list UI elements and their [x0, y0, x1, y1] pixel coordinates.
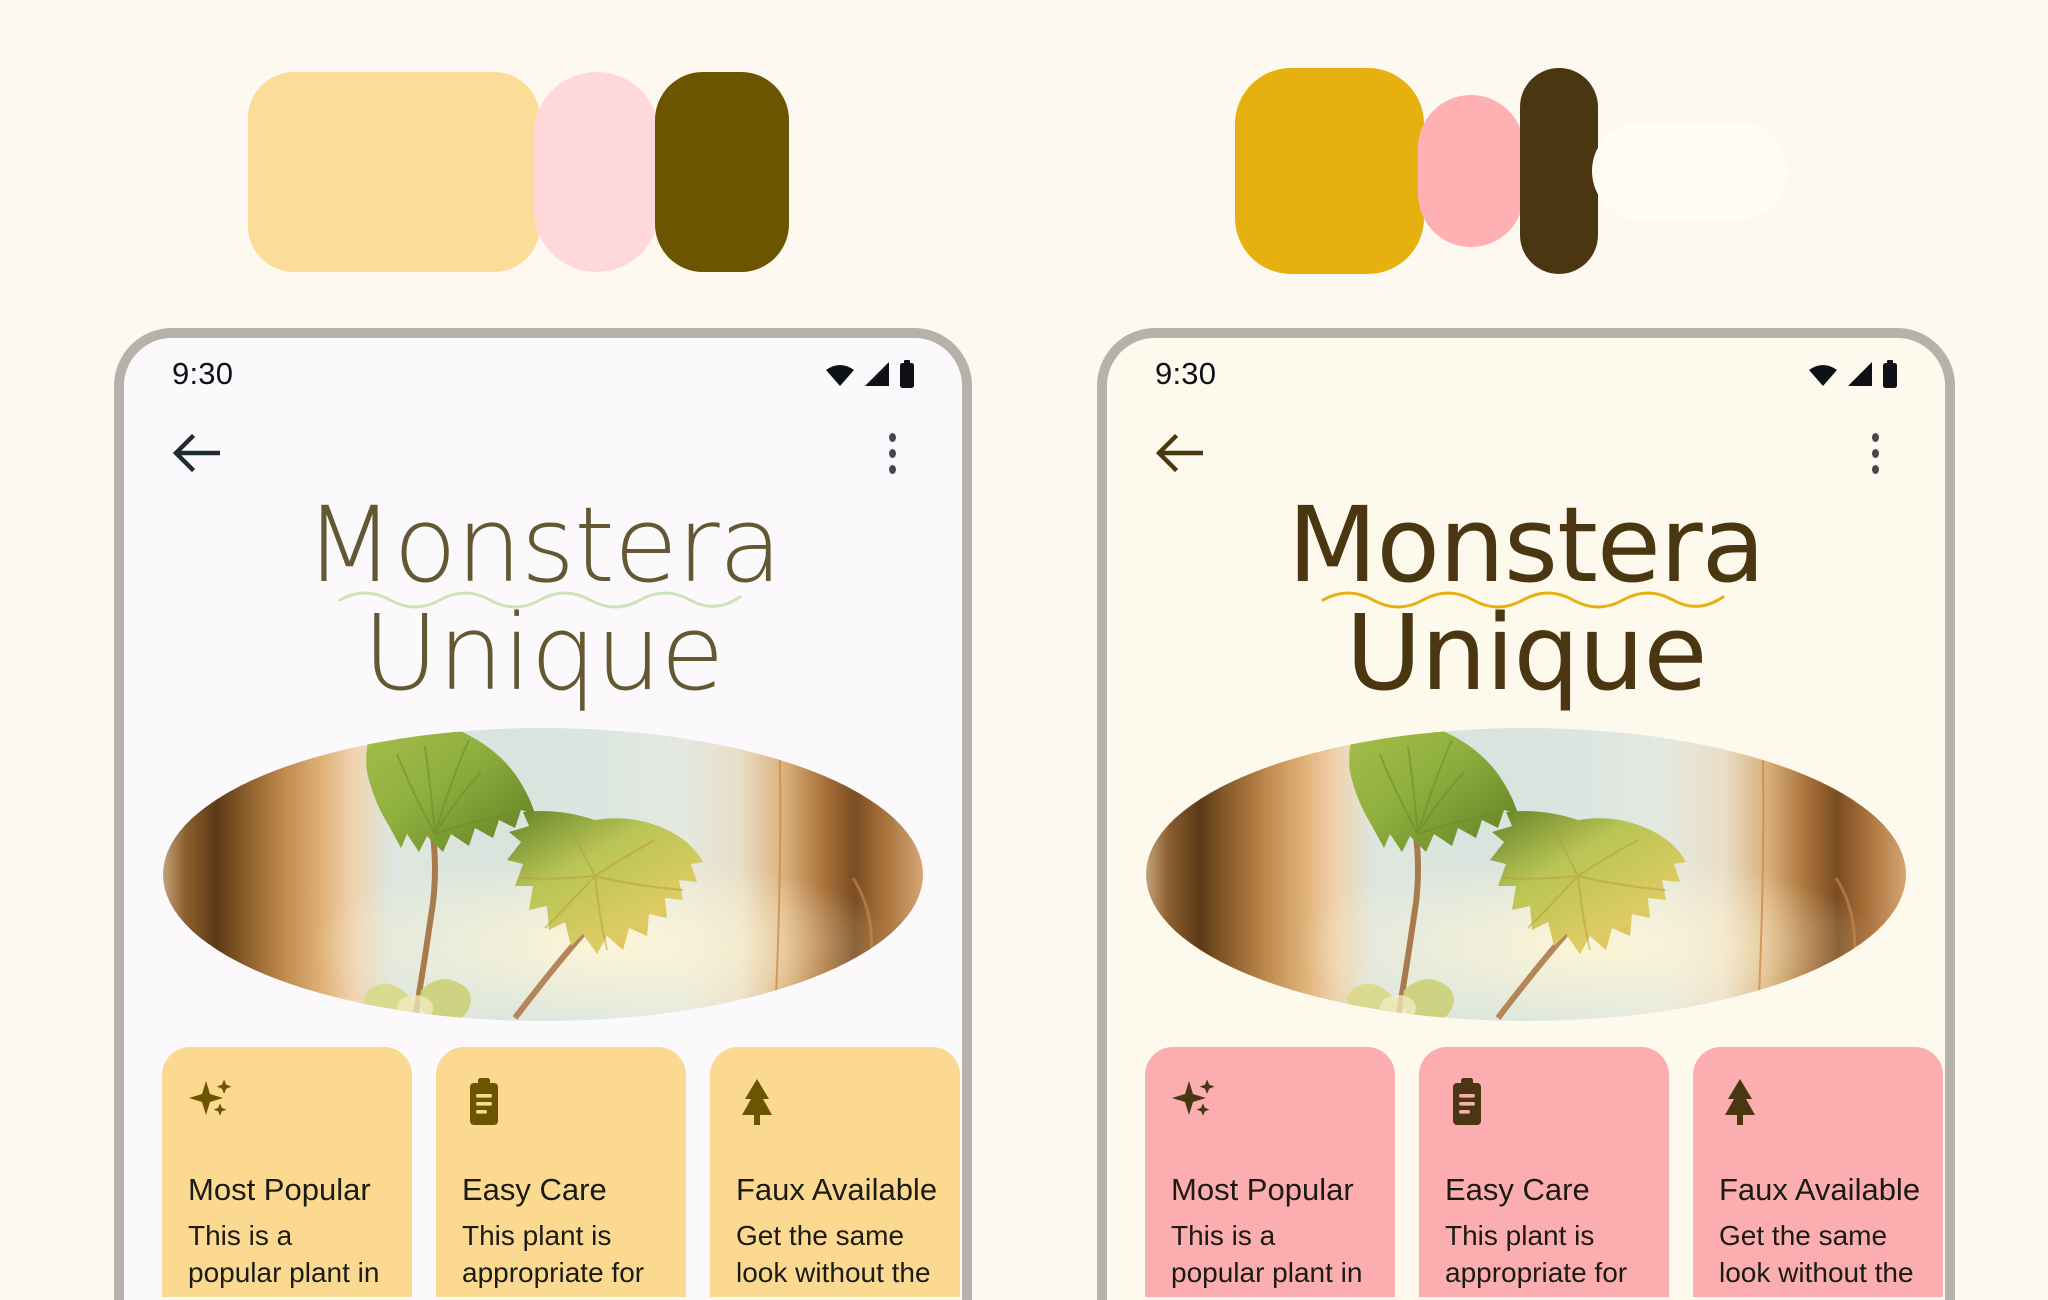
status-bar-clock: 9:30: [172, 356, 234, 391]
clipboard-icon: [1445, 1077, 1643, 1129]
back-arrow-icon: [172, 433, 220, 473]
feature-card[interactable]: Easy Care This plant is appropriate for: [1419, 1047, 1669, 1298]
feature-card-title: Most Popular: [1171, 1172, 1354, 1208]
feature-card-title: Easy Care: [1445, 1172, 1590, 1208]
swatch-secondary-container[interactable]: [534, 72, 659, 272]
status-bar: 9:30: [1107, 338, 1945, 410]
status-bar-icons: [1808, 360, 1899, 388]
status-bar: 9:30: [124, 338, 962, 410]
page-title-line-1: Monstera: [1287, 484, 1766, 606]
feature-card-list: Most Popular This is a popular plant in …: [124, 1047, 962, 1300]
phone-mockup-light: 9:30 Monstera Unique Most Popular This i…: [114, 328, 972, 1300]
page-title: Monstera Unique: [124, 484, 962, 715]
overflow-menu-icon: [888, 432, 896, 474]
swatch-primary[interactable]: [1235, 68, 1424, 274]
feature-card-title: Easy Care: [462, 1172, 607, 1208]
phone-mockup-dark-accent: 9:30 Monstera Unique Most Popular This i…: [1097, 328, 1955, 1300]
feature-card[interactable]: Most Popular This is a popular plant in …: [162, 1047, 412, 1300]
feature-card-title: Most Popular: [188, 1172, 371, 1208]
feature-card[interactable]: Most Popular This is a popular plant in …: [1145, 1047, 1395, 1300]
canvas: 9:30 Monstera Unique Most Popular This i…: [0, 0, 2048, 1300]
plant-leaves-illustration: [364, 728, 874, 1022]
status-bar-clock: 9:30: [1155, 356, 1217, 391]
status-bar-icons: [825, 360, 916, 388]
feature-card-body: This is a popular plant in our store: [188, 1219, 380, 1300]
evergreen-tree-icon: [736, 1077, 934, 1129]
swatch-secondary[interactable]: [1418, 95, 1524, 247]
signal-icon: [865, 362, 889, 386]
feature-card[interactable]: Faux Available Get the same look without…: [710, 1047, 960, 1298]
feature-card-list: Most Popular This is a popular plant in …: [1107, 1047, 1945, 1300]
sparkles-icon: [188, 1077, 386, 1129]
feature-card-body: This is a popular plant in our store: [1171, 1219, 1363, 1300]
wifi-icon: [826, 365, 854, 386]
wifi-icon: [1809, 365, 1837, 386]
feature-card-body: Get the same look without the: [1719, 1219, 1914, 1289]
back-button[interactable]: [1151, 425, 1207, 481]
feature-card-title: Faux Available: [1719, 1172, 1921, 1208]
monstera-plant-photo: [163, 728, 923, 1022]
battery-icon: [1883, 360, 1897, 388]
page-title-line-1: Monstera: [304, 484, 783, 606]
overflow-menu-icon: [1871, 432, 1879, 474]
signal-icon: [1848, 362, 1872, 386]
overflow-menu-button[interactable]: [864, 425, 920, 481]
battery-icon: [900, 360, 914, 388]
page-title: Monstera Unique: [1107, 484, 1945, 715]
back-arrow-icon: [1155, 433, 1203, 473]
swatch-on-primary-container[interactable]: [655, 72, 789, 272]
plant-leaves-illustration: [1347, 728, 1857, 1022]
dark-theme-palette: [1235, 68, 1787, 274]
feature-card-title: Faux Available: [736, 1172, 938, 1208]
light-theme-palette: [248, 72, 789, 272]
clipboard-icon: [462, 1077, 660, 1129]
feature-card-body: This plant is appropriate for: [462, 1219, 645, 1289]
feature-card[interactable]: Faux Available Get the same look without…: [1693, 1047, 1943, 1298]
page-title-line-2: Unique: [362, 592, 725, 715]
evergreen-tree-icon: [1719, 1077, 1917, 1129]
phone-screen: 9:30 Monstera Unique Most Popular This i…: [1107, 338, 1945, 1300]
feature-card[interactable]: Easy Care This plant is appropriate for: [436, 1047, 686, 1298]
swatch-tertiary[interactable]: [1520, 68, 1598, 274]
overflow-menu-button[interactable]: [1847, 425, 1903, 481]
feature-card-body: Get the same look without the: [736, 1219, 931, 1289]
back-button[interactable]: [168, 425, 224, 481]
swatch-primary-container[interactable]: [248, 72, 540, 272]
phone-screen: 9:30 Monstera Unique Most Popular This i…: [124, 338, 962, 1300]
feature-card-body: This plant is appropriate for: [1445, 1219, 1628, 1289]
monstera-plant-photo: [1146, 728, 1906, 1022]
page-title-line-2: Unique: [1345, 592, 1708, 715]
sparkles-icon: [1171, 1077, 1369, 1129]
swatch-surface[interactable]: [1592, 122, 1787, 220]
